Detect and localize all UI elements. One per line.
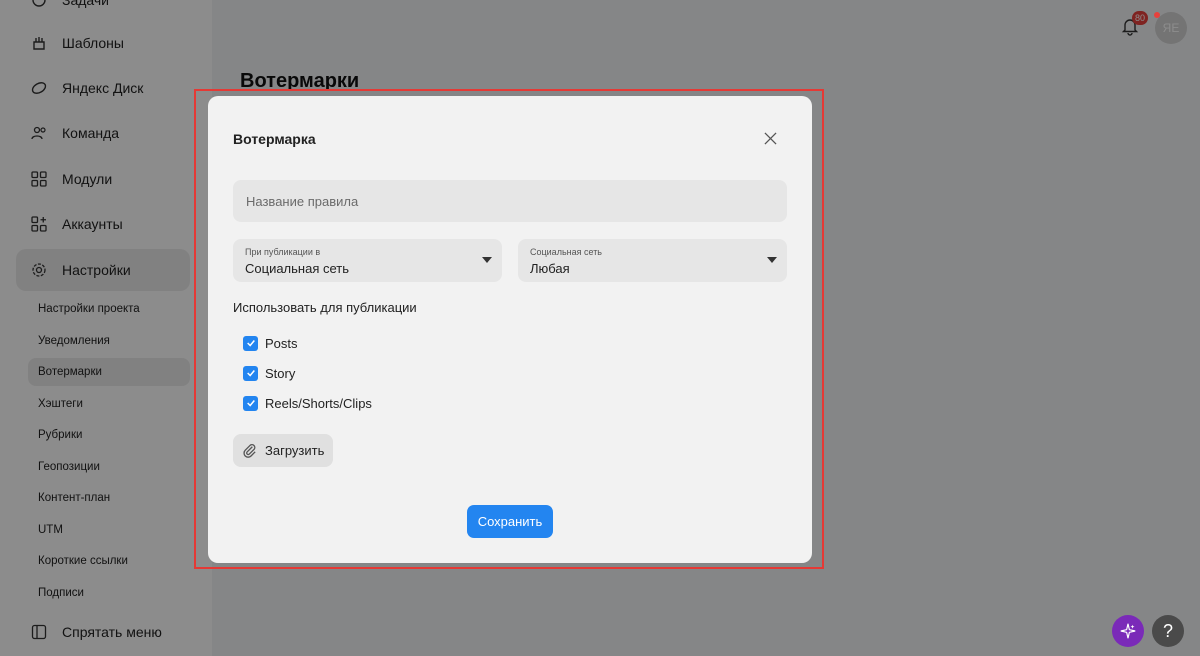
- checkbox-label: Posts: [265, 335, 298, 351]
- modal-title: Вотермарка: [233, 131, 316, 147]
- checkbox-label: Reels/Shorts/Clips: [265, 395, 372, 411]
- select-value: Любая: [530, 261, 570, 276]
- upload-button[interactable]: Загрузить: [233, 434, 333, 467]
- checkbox-label: Story: [265, 365, 296, 381]
- select-label: При публикации в: [245, 247, 321, 257]
- upload-label: Загрузить: [265, 443, 325, 458]
- checkbox-story[interactable]: Story: [243, 365, 295, 381]
- close-icon[interactable]: [761, 129, 779, 147]
- paperclip-icon: [243, 444, 256, 458]
- help-button[interactable]: ?: [1152, 615, 1184, 647]
- checkmark-icon[interactable]: [243, 395, 258, 411]
- publish-target-select[interactable]: При публикации в Социальная сеть: [233, 239, 502, 282]
- rule-name-input[interactable]: [233, 180, 787, 222]
- chevron-down-icon: [482, 257, 492, 263]
- select-value: Социальная сеть: [245, 261, 349, 276]
- select-label: Социальная сеть: [530, 247, 602, 257]
- ai-assistant-button[interactable]: [1112, 615, 1144, 647]
- save-button[interactable]: Сохранить: [467, 505, 553, 538]
- use-for-label: Использовать для публикации: [233, 300, 417, 315]
- social-network-select[interactable]: Социальная сеть Любая: [518, 239, 787, 282]
- watermark-modal: Вотермарка При публикации в Социальная с…: [208, 96, 812, 563]
- question-icon: ?: [1162, 620, 1173, 641]
- checkmark-icon[interactable]: [243, 365, 258, 381]
- checkbox-reels[interactable]: Reels/Shorts/Clips: [243, 395, 372, 411]
- chevron-down-icon: [767, 257, 777, 263]
- checkmark-icon[interactable]: [243, 335, 258, 351]
- checkbox-posts[interactable]: Posts: [243, 335, 298, 351]
- sparkles-icon: [1120, 623, 1136, 639]
- avatar-status-dot: [1154, 12, 1160, 18]
